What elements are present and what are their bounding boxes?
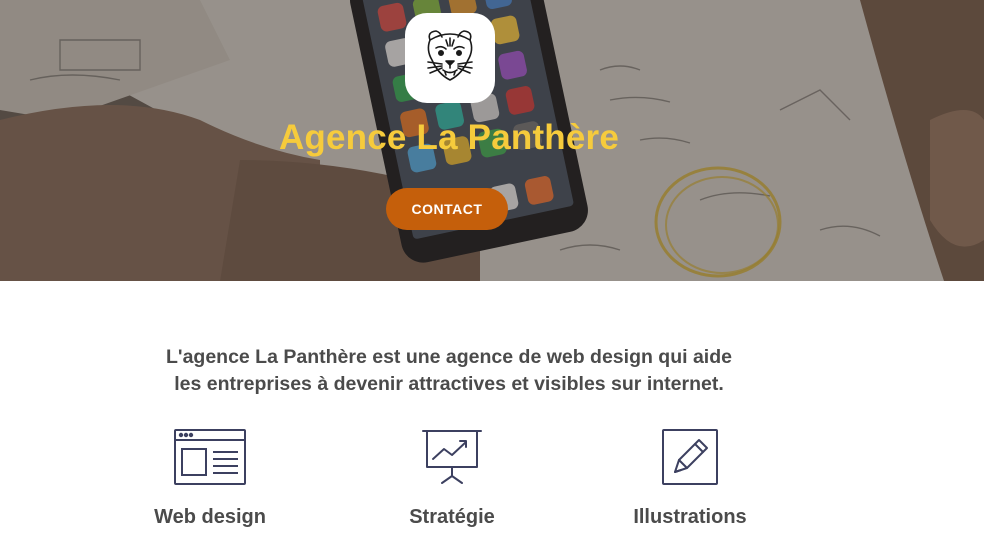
intro-text: L'agence La Panthère est une agence de w… <box>0 344 898 398</box>
intro-line-1: L'agence La Panthère est une agence de w… <box>166 346 732 368</box>
service-label: Web design <box>154 506 266 528</box>
hero-banner: Agence La Panthère CONTACT <box>0 0 984 281</box>
logo[interactable] <box>405 13 495 103</box>
panther-head-icon <box>427 30 473 81</box>
service-label: Stratégie <box>409 506 495 528</box>
service-web-design: Web design <box>110 428 310 529</box>
service-illustrations: Illustrations <box>590 428 790 529</box>
service-label: Illustrations <box>633 506 747 528</box>
site-title: Agence La Panthère <box>278 118 620 157</box>
intro-line-2: les entreprises à devenir attractives et… <box>174 373 724 395</box>
browser-layout-icon <box>174 429 246 485</box>
presentation-chart-icon <box>422 430 482 484</box>
service-strategie: Stratégie <box>352 428 552 529</box>
contact-button[interactable]: CONTACT <box>386 188 508 230</box>
pencil-square-icon <box>662 429 718 485</box>
